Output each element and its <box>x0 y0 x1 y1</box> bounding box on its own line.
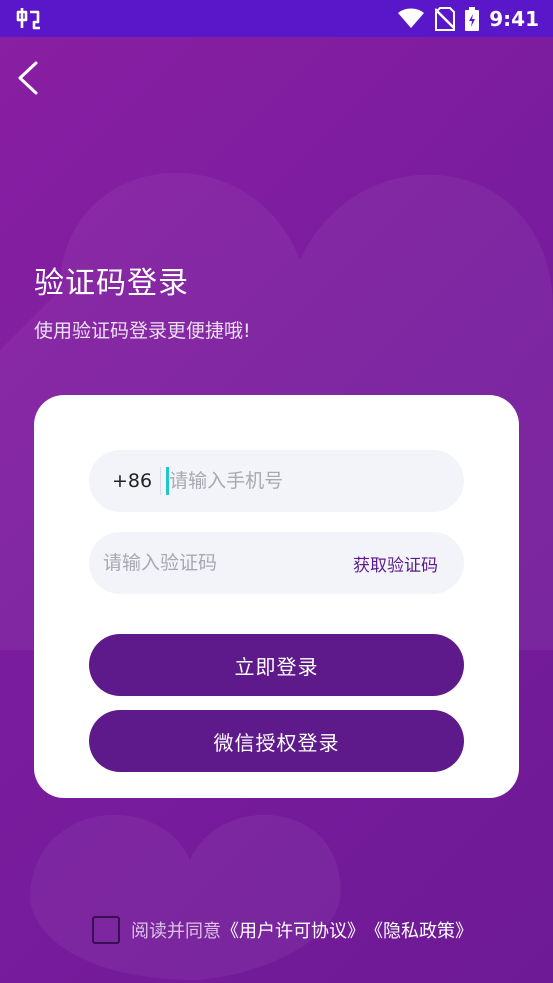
user-agreement-link[interactable]: 《用户许可协议》 <box>221 917 365 943</box>
chevron-left-icon <box>18 61 38 95</box>
page-subtitle: 使用验证码登录更便捷哦! <box>34 320 251 342</box>
login-card: +86 获取验证码 立即登录 微信授权登录 <box>34 395 519 798</box>
get-code-button[interactable]: 获取验证码 <box>353 551 438 576</box>
login-button[interactable]: 立即登录 <box>89 634 464 696</box>
phone-field[interactable]: +86 <box>89 450 464 512</box>
status-time: 9:41 <box>489 6 539 31</box>
no-sim-icon <box>435 6 456 31</box>
background-heart-shape-small <box>30 814 341 980</box>
code-input[interactable] <box>103 543 303 583</box>
wechat-login-button[interactable]: 微信授权登录 <box>89 710 464 772</box>
agreement-row: 阅读并同意 《用户许可协议》 《隐私政策》 <box>92 916 473 944</box>
page-title: 验证码登录 <box>34 266 189 301</box>
bug-icon <box>16 7 40 29</box>
agreement-prefix: 阅读并同意 <box>131 921 221 942</box>
country-code[interactable]: +86 <box>112 470 152 492</box>
status-bar: 9:41 <box>0 0 553 37</box>
privacy-policy-link[interactable]: 《隐私政策》 <box>365 917 473 943</box>
field-divider <box>160 467 162 495</box>
battery-charging-icon <box>465 6 480 31</box>
agreement-checkbox[interactable] <box>92 916 120 944</box>
phone-input[interactable] <box>169 461 420 501</box>
code-field[interactable]: 获取验证码 <box>89 532 464 594</box>
back-button[interactable] <box>8 56 48 100</box>
wifi-icon <box>398 8 425 28</box>
